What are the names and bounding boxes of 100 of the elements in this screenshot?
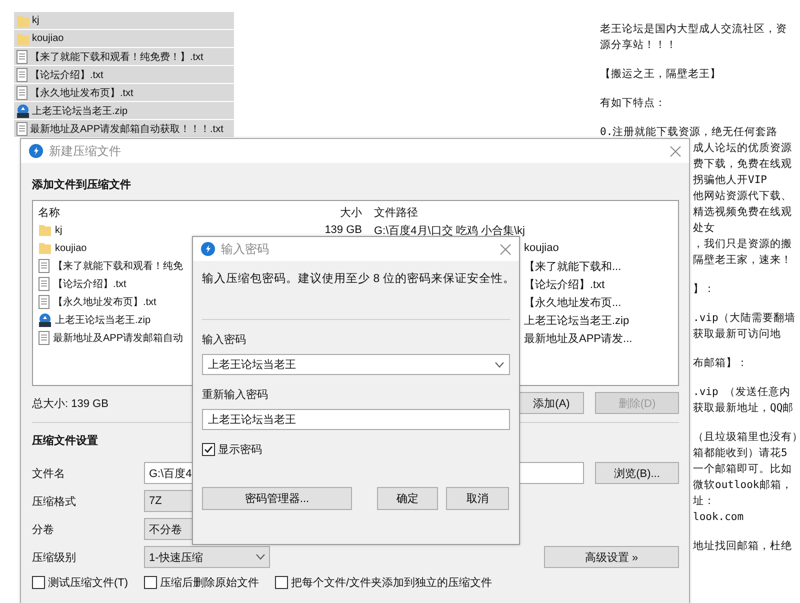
- advanced-settings-button[interactable]: 高级设置 »: [544, 546, 679, 568]
- text-line: 布邮箱】：: [693, 356, 748, 371]
- file-path: G:\百度4月\口交 吃鸡 小合集\kj: [374, 224, 525, 238]
- file-name[interactable]: 【永久地址发布页】.txt: [53, 295, 156, 309]
- checkbox[interactable]: [202, 443, 215, 456]
- text-line: 【搬运之王，隔壁老王】: [600, 67, 721, 82]
- text-line: 0.注册就能下载资源，绝无任何套路: [600, 125, 778, 140]
- folder-icon: [16, 14, 30, 28]
- field-label: 输入密码: [202, 332, 246, 347]
- file-name: koujiao: [32, 33, 64, 44]
- chevron-down-icon: [256, 554, 265, 560]
- dialog-button[interactable]: 确定: [377, 487, 438, 510]
- checkbox[interactable]: [32, 576, 45, 589]
- option-label: 显示密码: [218, 442, 262, 457]
- text-line: .vip（大陆需要翻墙: [693, 311, 796, 326]
- dialog-title: 输入密码: [221, 240, 270, 258]
- document-icon: [38, 277, 50, 291]
- document-icon: [38, 259, 50, 273]
- field-label: 重新输入密码: [202, 388, 268, 402]
- text-line: 箱都能收到）请花5: [693, 446, 788, 461]
- desktop-file[interactable]: koujiao: [14, 30, 234, 47]
- dialog-button[interactable]: 取消: [446, 487, 509, 510]
- window-title: 新建压缩文件: [49, 142, 122, 160]
- file-path: 最新地址及APP请发...: [524, 332, 632, 346]
- document-icon: [38, 331, 50, 345]
- field-label: 分卷: [32, 524, 54, 536]
- file-name[interactable]: 上老王论坛当老王.zip: [55, 313, 151, 327]
- text-line: 源分享站！！！: [600, 38, 677, 53]
- file-name: 【永久地址发布页】.txt: [30, 86, 134, 100]
- dialog-button[interactable]: 密码管理器...: [202, 487, 352, 510]
- text-line: 获取最新地址，QQ邮: [693, 401, 794, 416]
- file-name[interactable]: 【论坛介绍】.txt: [53, 277, 126, 291]
- text-line: 址：: [693, 494, 715, 509]
- text-line: .vip （发送任意内: [693, 385, 791, 400]
- zip-archive-icon: [16, 104, 30, 118]
- file-name[interactable]: kj: [55, 224, 62, 236]
- chevron-down-icon: [495, 362, 504, 368]
- file-path: 【来了就能下载和...: [524, 260, 622, 274]
- field-label: 文件名: [32, 468, 65, 480]
- file-size: 139 GB: [324, 224, 362, 236]
- dialog-description: 输入压缩包密码。建议使用至少 8 位的密码来保证安全性。: [202, 271, 510, 287]
- browse-button[interactable]: 浏览(B)...: [595, 462, 679, 484]
- zip-archive-icon: [38, 313, 52, 327]
- file-path: 上老王论坛当老王.zip: [524, 314, 630, 328]
- text-line: 一个邮箱即可。比如: [693, 462, 792, 477]
- text-line: ，我们只是资源的搬: [693, 237, 792, 252]
- text-line: 】：: [693, 282, 715, 297]
- password-field[interactable]: 上老王论坛当老王: [202, 354, 510, 375]
- document-icon: [16, 68, 28, 82]
- folder-icon: [16, 32, 30, 46]
- file-name[interactable]: 【来了就能下载和观看！纯免: [53, 259, 183, 273]
- document-icon: [16, 122, 28, 136]
- text-line: 他网站资源代下载、: [693, 189, 792, 204]
- desktop-file[interactable]: 【永久地址发布页】.txt: [14, 84, 234, 101]
- text-line: 处女: [693, 221, 715, 236]
- text-line: 拐骗他人开VIP: [693, 173, 767, 188]
- document-icon: [38, 295, 50, 309]
- desktop-file[interactable]: 【来了就能下载和观看！纯免费！】.txt: [14, 48, 234, 65]
- desktop-file[interactable]: 上老王论坛当老王.zip: [14, 102, 234, 119]
- column-header[interactable]: 大小: [288, 204, 368, 220]
- text-line: 成人论坛的优质资源: [693, 141, 792, 156]
- option-label: 压缩后删除原始文件: [160, 576, 260, 590]
- column-header[interactable]: 名称: [38, 204, 288, 220]
- option-label: 测试压缩文件(T): [48, 576, 128, 590]
- text-line: 微软outlook邮箱，: [693, 478, 792, 493]
- option-label: 把每个文件/文件夹添加到独立的压缩文件: [291, 576, 492, 590]
- field-label: 压缩级别: [32, 552, 76, 564]
- file-name: 最新地址及APP请发邮箱自动获取！！！.txt: [30, 122, 224, 136]
- file-name[interactable]: koujiao: [55, 242, 87, 254]
- field-label: 压缩格式: [32, 496, 76, 508]
- text-line: 老王论坛是国内大型成人交流社区，资: [600, 22, 787, 37]
- list-button[interactable]: 添加(A): [519, 392, 584, 414]
- section-title: 压缩文件设置: [32, 434, 98, 448]
- folder-icon: [38, 241, 52, 255]
- text-line: 有如下特点：: [600, 96, 666, 111]
- dropdown[interactable]: 1-快速压缩: [144, 546, 270, 568]
- text-line: look.com: [693, 510, 744, 525]
- total-size: 总大小: 139 GB: [32, 396, 108, 410]
- close-icon[interactable]: [670, 146, 681, 156]
- text-line: 精选视频免费在线观: [693, 205, 792, 220]
- app-logo-icon: [29, 144, 43, 158]
- password-confirm-field[interactable]: 上老王论坛当老王: [202, 409, 510, 430]
- file-path: 【永久地址发布页...: [524, 296, 622, 310]
- file-name: kj: [32, 15, 40, 26]
- file-name: 【论坛介绍】.txt: [30, 68, 104, 82]
- checkbox[interactable]: [144, 576, 158, 589]
- file-name[interactable]: 最新地址及APP请发邮箱自动: [53, 331, 184, 345]
- text-line: 隔壁老王家，速来！: [693, 253, 792, 268]
- column-header[interactable]: 文件路径: [374, 204, 418, 220]
- desktop-file[interactable]: 最新地址及APP请发邮箱自动获取！！！.txt: [14, 120, 234, 137]
- document-icon: [16, 86, 28, 100]
- text-line: 获取最新可访问地: [693, 327, 781, 342]
- close-icon[interactable]: [500, 244, 511, 254]
- desktop-file[interactable]: kj: [14, 12, 234, 29]
- desktop-file[interactable]: 【论坛介绍】.txt: [14, 66, 234, 83]
- checkbox[interactable]: [275, 576, 288, 589]
- file-name: 上老王论坛当老王.zip: [32, 104, 128, 118]
- section-title: 添加文件到压缩文件: [32, 178, 131, 192]
- text-line: 费下载，免费在线观: [693, 157, 792, 172]
- text-line: 地址找回邮箱，杜绝: [693, 539, 792, 554]
